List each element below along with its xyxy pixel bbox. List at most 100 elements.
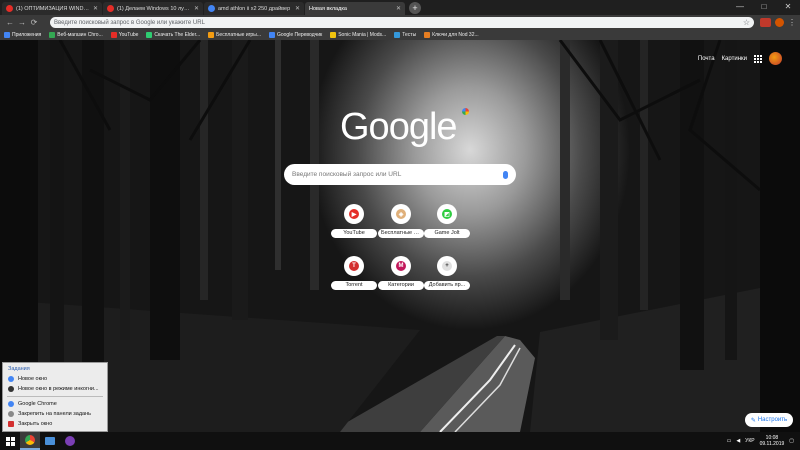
jump-list-item[interactable]: Закрыть окно [3, 419, 107, 429]
shortcut-glyph-icon: M [396, 261, 406, 271]
close-window-button[interactable]: ✕ [776, 0, 800, 15]
account-avatar[interactable] [769, 52, 782, 65]
start-button[interactable] [0, 432, 20, 450]
bookmark-favicon-icon [110, 32, 117, 38]
reload-button[interactable]: ⟳ [28, 18, 40, 27]
profile-avatar[interactable] [775, 18, 784, 27]
bookmark-favicon-icon [424, 32, 431, 38]
bookmark-favicon-icon [268, 32, 275, 38]
notifications-icon[interactable]: ▢ [789, 438, 794, 444]
shortcut-tile[interactable]: + Добавить яр... [424, 256, 470, 290]
bookmark-item[interactable]: Тесты [394, 32, 416, 38]
gmail-link[interactable]: Почта [698, 56, 715, 62]
minimize-button[interactable]: — [728, 0, 752, 15]
bookmark-label: Google Переводчик [276, 32, 323, 38]
taskbar-app[interactable] [60, 432, 80, 450]
bookmark-item[interactable]: Бесплатные игры... [208, 32, 261, 38]
bookmark-item[interactable]: YouTube [110, 32, 139, 38]
shortcut-tile[interactable]: T Torrent [331, 256, 377, 290]
shortcut-label: Torrent [331, 281, 377, 290]
bookmark-label: Бесплатные игры... [216, 32, 261, 38]
shortcut-tile[interactable]: M Категории [378, 256, 424, 290]
shortcut-label: Бесплатные и... [378, 229, 424, 238]
pin-icon [8, 411, 14, 417]
new-tab-button[interactable]: + [409, 2, 421, 14]
forward-button[interactable]: → [16, 18, 28, 27]
bookmarks-bar: Приложения Веб-магазин Chro... YouTube Скач… [0, 30, 800, 40]
bookmark-star-icon[interactable]: ☆ [743, 18, 750, 27]
bookmark-item[interactable]: Приложения [4, 32, 41, 38]
google-favicon-icon [208, 5, 215, 12]
browser-tab[interactable]: amd athlon ii x2 250 драйвер ✕ [204, 2, 304, 15]
customize-button[interactable]: ✎ Настроить [745, 413, 793, 427]
network-icon[interactable]: ▭ [727, 438, 732, 444]
bookmark-favicon-icon [146, 32, 153, 38]
bookmark-label: Скачать The Elder... [154, 32, 201, 38]
jump-list-item[interactable]: Новое окно в режиме инкогни... [3, 384, 107, 394]
tab-title: (1) ОПТИМИЗАЦИЯ WINDOW [16, 5, 90, 12]
tab-close-icon[interactable]: ✕ [396, 5, 401, 12]
windows-taskbar: ▭ ◀ УКР 10:08 09.11.2019 ▢ [0, 432, 800, 450]
system-tray: ▭ ◀ УКР 10:08 09.11.2019 ▢ [727, 435, 800, 447]
shortcut-glyph-icon: ◈ [396, 209, 406, 219]
browser-tab[interactable]: (1) ОПТИМИЗАЦИЯ WINDOW ✕ [2, 2, 102, 15]
ntp-search-input[interactable]: Введите поисковый запрос или URL [284, 164, 516, 185]
back-button[interactable]: ← [4, 18, 16, 27]
jump-list-item[interactable]: Новое окно [3, 374, 107, 384]
shortcut-tile[interactable]: ◈ Бесплатные и... [378, 204, 424, 238]
jump-list-header: Задания [8, 366, 30, 372]
jump-list-item[interactable]: Закрепить на панели задань [3, 409, 107, 419]
voice-search-icon[interactable] [503, 170, 508, 179]
maximize-button[interactable]: □ [752, 0, 776, 15]
shortcut-glyph-icon: + [442, 261, 452, 271]
taskbar-explorer[interactable] [40, 432, 60, 450]
browser-tab[interactable]: (1) Делаем Windows 10 лучше ✕ [103, 2, 203, 15]
language-indicator[interactable]: УКР [745, 438, 754, 444]
bookmark-favicon-icon [208, 32, 215, 38]
window-controls: — □ ✕ [728, 0, 800, 15]
tab-close-icon[interactable]: ✕ [295, 5, 300, 12]
clock[interactable]: 10:08 09.11.2019 [760, 435, 785, 447]
divider [7, 396, 103, 397]
images-link[interactable]: Картинки [722, 56, 747, 62]
windows-logo-icon [5, 436, 15, 446]
jump-list-item[interactable]: Google Chrome [3, 399, 107, 409]
bookmark-item[interactable]: Скачать The Elder... [146, 32, 200, 38]
address-bar-placeholder: Введите поисковый запрос в Google или ук… [54, 19, 205, 26]
shortcut-icon: ▶ [344, 204, 364, 224]
menu-icon[interactable]: ⋮ [788, 18, 796, 27]
bookmark-item[interactable]: Google Переводчик [268, 32, 323, 38]
google-apps-icon[interactable] [754, 54, 762, 63]
tab-close-icon[interactable]: ✕ [93, 5, 98, 12]
extension-icon[interactable] [760, 18, 771, 27]
bookmark-label: Тесты [402, 32, 417, 38]
youtube-favicon-icon [107, 5, 114, 12]
bookmark-item[interactable]: Веб-магазин Chro... [49, 32, 103, 38]
bookmark-favicon-icon [330, 32, 337, 38]
pencil-icon: ✎ [750, 417, 756, 424]
shortcut-glyph-icon: ◩ [442, 209, 452, 219]
address-bar[interactable]: Введите поисковый запрос в Google или ук… [50, 17, 754, 28]
shortcut-label: Game Jolt [424, 229, 470, 238]
bookmark-label: Sonic Mania | Mods... [338, 32, 387, 38]
chrome-icon [8, 376, 14, 382]
shortcut-icon: ◩ [437, 204, 457, 224]
tab-close-icon[interactable]: ✕ [194, 5, 199, 12]
bookmark-label: Ключи для Nod 32... [432, 32, 479, 38]
chrome-icon [25, 435, 35, 445]
app-icon [65, 436, 75, 446]
clock-date: 09.11.2019 [759, 441, 785, 447]
taskbar-chrome[interactable] [20, 432, 40, 450]
shortcut-icon: M [391, 256, 411, 276]
bookmark-label: Приложения [12, 32, 42, 38]
shortcut-tile[interactable]: ◩ Game Jolt [424, 204, 470, 238]
bookmark-item[interactable]: Ключи для Nod 32... [424, 32, 479, 38]
browser-tab-active[interactable]: Новая вкладка ✕ [305, 2, 405, 15]
close-icon [8, 421, 14, 427]
shortcut-tile[interactable]: ▶ YouTube [331, 204, 377, 238]
bookmark-label: YouTube [118, 32, 139, 38]
youtube-favicon-icon [6, 5, 13, 12]
volume-icon[interactable]: ◀ [736, 438, 740, 444]
bookmark-item[interactable]: Sonic Mania | Mods... [330, 32, 386, 38]
ntp-top-links: Почта Картинки [698, 52, 782, 65]
